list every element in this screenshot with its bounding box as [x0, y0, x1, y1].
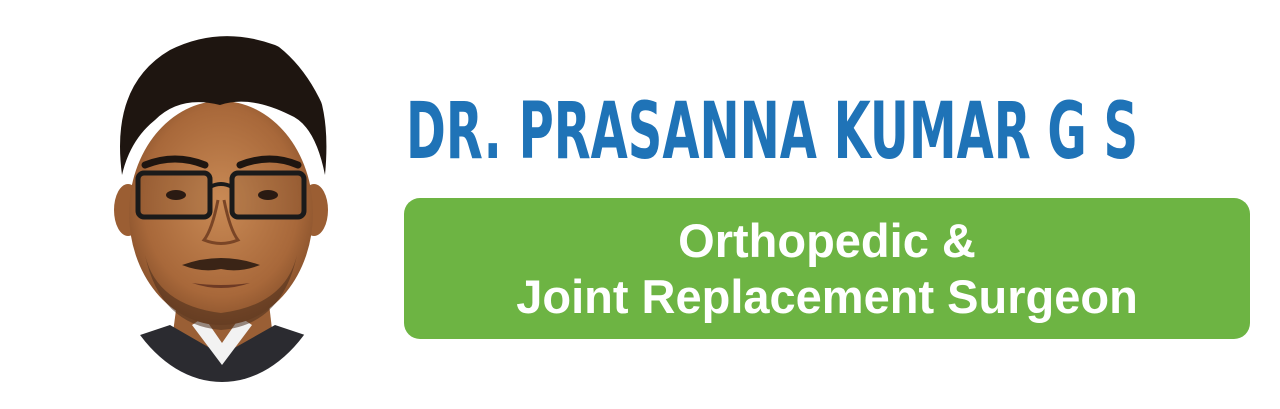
specialty-line-2: Joint Replacement Surgeon	[516, 269, 1138, 323]
doctor-banner: DR. PRASANNA KUMAR G S Orthopedic & Join…	[0, 0, 1280, 409]
doctor-portrait	[100, 25, 345, 383]
specialty-line-1: Orthopedic &	[678, 213, 976, 267]
doctor-name: DR. PRASANNA KUMAR G S	[406, 87, 1138, 177]
specialty-box: Orthopedic & Joint Replacement Surgeon	[404, 198, 1250, 339]
